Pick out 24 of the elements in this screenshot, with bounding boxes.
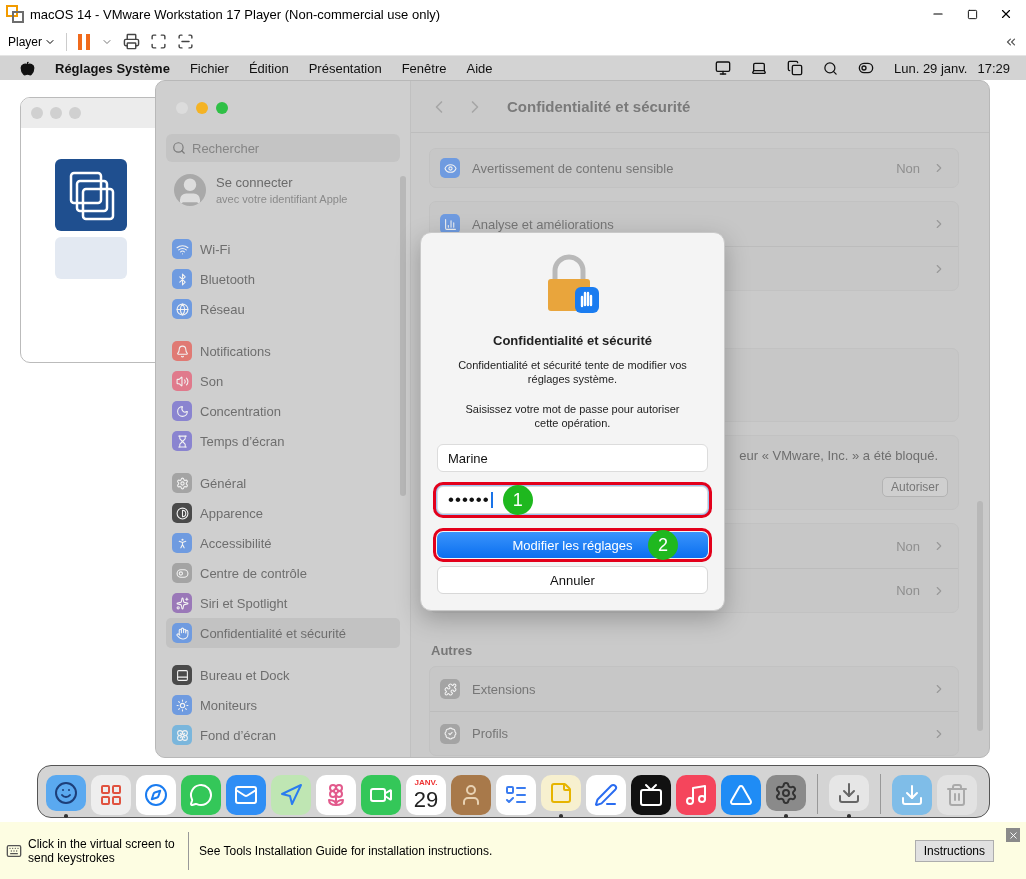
step-badge: 1 xyxy=(502,485,533,515)
row-label: Avertissement de contenu sensible xyxy=(472,160,674,176)
page-title: Confidentialité et sécurité xyxy=(507,98,691,115)
row-label: Analyse et améliorations xyxy=(472,216,614,232)
row-value: Non xyxy=(896,583,920,598)
menu-date: Lun. 29 janv. xyxy=(893,60,968,76)
calendar-month: JANV. xyxy=(414,777,438,788)
dialog-title: Confidentialité et sécurité xyxy=(493,333,652,348)
dialog-prompt: Saisissez votre mot de passe pour autoriser cette opération. xyxy=(464,402,681,430)
account-subtitle: avec votre identifiant Apple xyxy=(216,193,348,205)
row-value: Non xyxy=(896,538,920,554)
hint-text: Click in the virtual screen to send keystrokes xyxy=(28,836,176,865)
section-heading: Autres xyxy=(431,643,474,658)
account-title: Se connecter xyxy=(216,175,294,190)
row-value: Non xyxy=(896,160,920,176)
hint-message: See Tools Installation Guide for installation instructions. xyxy=(199,843,493,858)
dialog-message: Confidentialité et sécurité tente de modifier vos réglages système. xyxy=(457,358,688,386)
calendar-day: 29 xyxy=(413,787,439,812)
step-badge: 2 xyxy=(648,530,678,560)
notice-text: eur « VMware, Inc. » a été bloqué. xyxy=(739,448,938,463)
row-label: Profils xyxy=(472,726,509,741)
row-label: Extensions xyxy=(472,681,536,697)
menu-time: 17:29 xyxy=(977,60,1010,76)
window-title: macOS 14 - VMware Workstation 17 Player (Non-commercial use only) xyxy=(30,6,442,22)
